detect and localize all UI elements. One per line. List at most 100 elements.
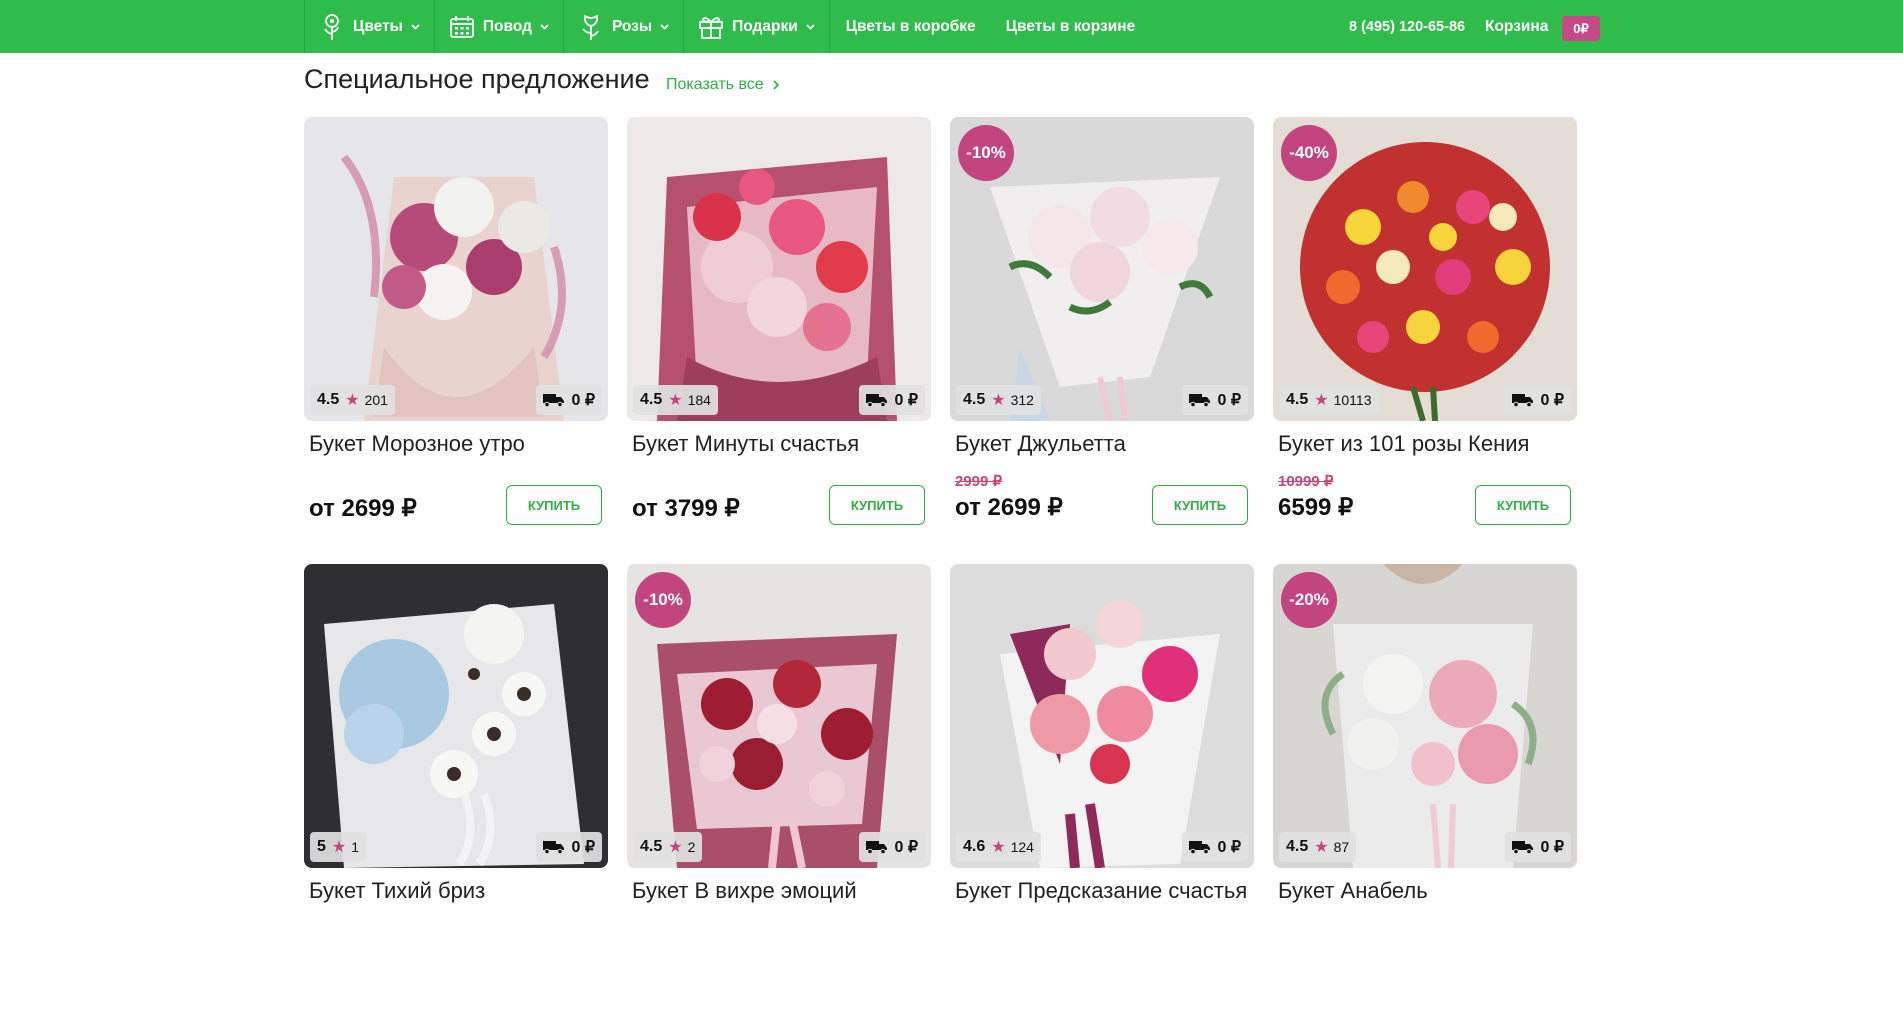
rating-value: 4.5 [640,838,663,855]
star-icon: ★ [668,392,683,409]
truck-icon [543,394,565,407]
product-card: -20% 4.5 ★ 87 0 ₽ Букет Анабель [1273,564,1577,1011]
star-icon: ★ [1314,392,1329,409]
rating-badge: 4.5 ★ 87 [1279,832,1357,862]
star-icon: ★ [331,839,347,856]
product-name[interactable]: Букет Джульетта [955,431,1126,457]
main-menu: Цветы Повод Розы Подарки Цветы в коробке… [304,0,1150,53]
rating-value: 5 [317,838,326,855]
star-icon: ★ [1314,839,1329,856]
delivery-price: 0 ₽ [1540,839,1564,856]
review-count: 124 [1010,839,1034,855]
product-name[interactable]: Букет Морозное утро [309,431,525,457]
review-count: 87 [1333,839,1350,855]
chevron-down-icon [411,23,420,30]
product-grid: 4.5 ★ 201 0 ₽ Букет Морозное утро от 269… [304,117,1580,1011]
menu-roses[interactable]: Розы [564,0,685,53]
rating-badge: 4.5 ★ 184 [633,385,718,415]
product-price: от 3799 ₽ [632,495,740,522]
product-image[interactable]: 4.6 ★ 124 0 ₽ [950,564,1254,868]
product-image[interactable]: -20% 4.5 ★ 87 0 ₽ [1273,564,1577,868]
product-image[interactable]: 5 ★ 1 0 ₽ [304,564,608,868]
top-navigation-bar: Цветы Повод Розы Подарки Цветы в коробке… [0,0,1903,53]
delivery-badge: 0 ₽ [1505,832,1571,862]
product-name[interactable]: Букет из 101 розы Кения [1278,431,1529,457]
product-price: от 2699 ₽ [955,494,1063,521]
rating-value: 4.5 [1286,391,1309,408]
review-count: 2 [687,839,696,855]
discount-badge: -10% [635,572,691,628]
truck-icon [1512,841,1534,854]
rating-badge: 4.5 ★ 312 [956,385,1041,415]
menu-occasion[interactable]: Повод [435,0,564,53]
menu-flowers-label: Цветы [353,17,403,35]
menu-roses-label: Розы [611,17,653,35]
discount-badge: -10% [958,125,1014,181]
link-flowers-in-box[interactable]: Цветы в коробке [830,0,991,53]
gift-icon [698,13,724,41]
product-card: -10% 4.5 ★ 2 0 ₽ Букет В вихре эмоций [627,564,931,1011]
product-name[interactable]: Букет Анабель [1278,878,1428,904]
show-all-label: Показать все [666,76,764,93]
cart-total-badge[interactable]: 0₽ [1562,16,1600,41]
product-image[interactable]: -10% 4.5 ★ 2 0 ₽ [627,564,931,868]
old-price: 10999 ₽ [1278,473,1334,490]
rating-badge: 4.5 ★ 2 [633,832,703,862]
review-count: 201 [364,392,388,408]
chevron-down-icon [660,23,669,30]
delivery-badge: 0 ₽ [1182,385,1248,415]
flower-icon [319,13,345,41]
star-icon: ★ [668,839,683,856]
delivery-badge: 0 ₽ [1182,832,1248,862]
product-image[interactable]: 4.5 ★ 201 0 ₽ [304,117,608,421]
buy-button[interactable]: КУПИТЬ [829,485,925,525]
rose-icon [578,13,604,41]
truck-icon [866,394,888,407]
product-card: -10% 4.5 ★ 312 0 ₽ Букет Джульетта 2999 … [950,117,1254,564]
menu-occasion-label: Повод [482,17,532,35]
product-image[interactable]: 4.5 ★ 184 0 ₽ [627,117,931,421]
show-all-link[interactable]: Показать все [666,76,779,94]
delivery-price: 0 ₽ [1217,392,1241,409]
link-flowers-in-basket[interactable]: Цветы в корзине [991,0,1151,53]
rating-badge: 4.5 ★ 10113 [1279,385,1379,415]
cart-link[interactable]: Корзина [1485,0,1548,53]
discount-badge: -40% [1281,125,1337,181]
delivery-badge: 0 ₽ [859,832,925,862]
rating-value: 4.5 [640,391,663,408]
rating-value: 4.6 [963,838,986,855]
buy-button[interactable]: КУПИТЬ [1152,485,1248,525]
calendar-icon [449,13,475,41]
review-count: 1 [351,839,360,855]
truck-icon [1189,841,1211,854]
product-name[interactable]: Букет В вихре эмоций [632,878,857,904]
product-name[interactable]: Букет Тихий бриз [309,878,485,904]
menu-gifts[interactable]: Подарки [684,0,830,53]
product-card: 4.5 ★ 201 0 ₽ Букет Морозное утро от 269… [304,117,608,564]
product-image[interactable]: -10% 4.5 ★ 312 0 ₽ [950,117,1254,421]
chevron-right-icon [773,80,779,90]
menu-flowers[interactable]: Цветы [304,0,435,53]
truck-icon [866,841,888,854]
buy-button[interactable]: КУПИТЬ [506,485,602,525]
product-name[interactable]: Букет Предсказание счастья [955,878,1247,904]
product-name[interactable]: Букет Минуты счастья [632,431,859,457]
product-price: 6599 ₽ [1278,494,1354,521]
buy-button[interactable]: КУПИТЬ [1475,485,1571,525]
menu-gifts-label: Подарки [732,17,798,35]
truck-icon [1512,394,1534,407]
delivery-price: 0 ₽ [1217,839,1241,856]
rating-value: 4.5 [963,391,986,408]
phone-number[interactable]: 8 (495) 120-65-86 [1349,0,1465,53]
delivery-price: 0 ₽ [571,839,595,856]
rating-badge: 4.5 ★ 201 [310,385,395,415]
product-card: 4.5 ★ 184 0 ₽ Букет Минуты счастья от 37… [627,117,931,564]
star-icon: ★ [991,839,1006,856]
product-card: 5 ★ 1 0 ₽ Букет Тихий бриз [304,564,608,1011]
product-image[interactable]: -40% 4.5 ★ 10113 0 ₽ [1273,117,1577,421]
chevron-down-icon [540,23,549,30]
old-price: 2999 ₽ [955,473,1003,490]
delivery-badge: 0 ₽ [1505,385,1571,415]
discount-badge: -20% [1281,572,1337,628]
rating-badge: 5 ★ 1 [310,832,367,862]
